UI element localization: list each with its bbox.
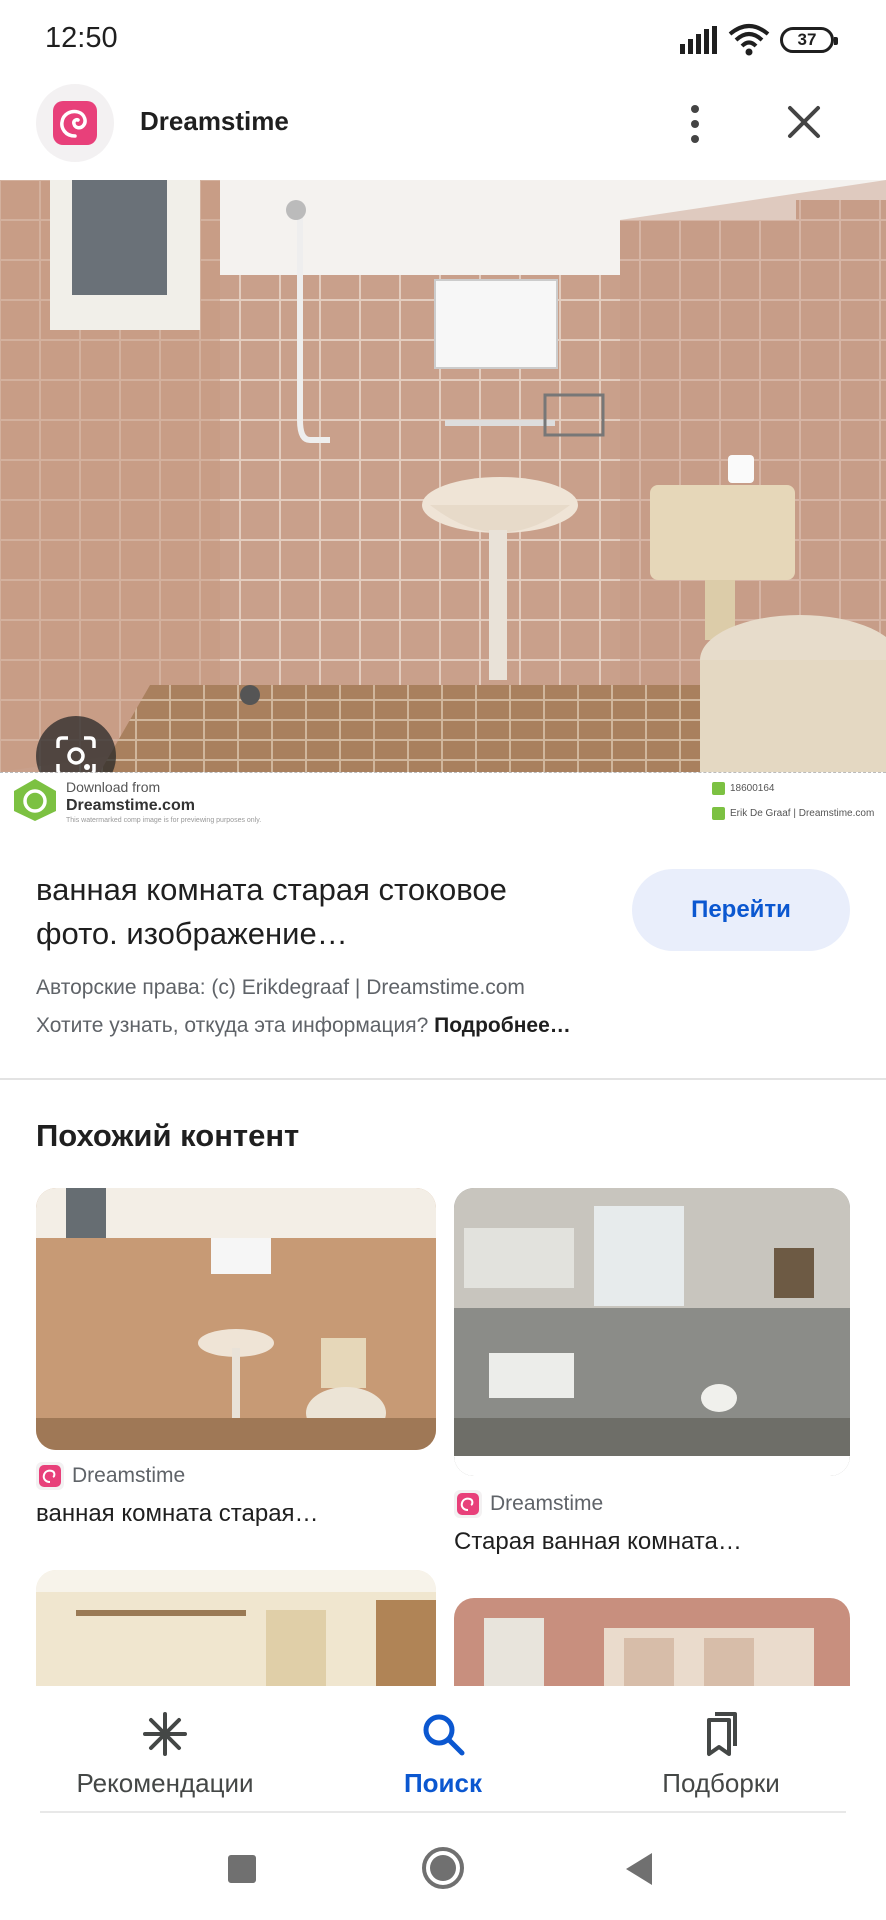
status-bar: 12:50 37: [0, 0, 886, 78]
similar-card-image-1[interactable]: [36, 1188, 436, 1450]
similar-card-source-1: Dreamstime: [36, 1462, 185, 1490]
header: Dreamstime: [0, 78, 886, 180]
system-nav: [0, 1813, 886, 1920]
dreamstime-mini-icon: [454, 1490, 482, 1518]
bathroom-thumbnail: [36, 1188, 436, 1450]
watermark-author: Erik De Graaf | Dreamstime.com: [712, 807, 874, 820]
dreamstime-mini-icon: [36, 1462, 64, 1490]
dreamstime-watermark-logo: [14, 779, 56, 821]
battery-icon: 37: [780, 27, 838, 53]
site-name: Dreamstime: [140, 106, 289, 136]
similar-card-title-1[interactable]: ванная комната старая…: [36, 1500, 319, 1528]
similar-section-title: Похожий контент: [36, 1118, 300, 1153]
nav-item-recommendations[interactable]: Рекомендации: [35, 1686, 295, 1810]
dreamstime-swirl-icon: [53, 101, 97, 145]
bottom-nav: Рекомендации Поиск Подборки: [0, 1686, 886, 1810]
info-question: Хотите узнать, откуда эта информация? По…: [36, 1014, 571, 1038]
divider: [0, 1078, 886, 1080]
bathroom-thumbnail: [454, 1188, 850, 1476]
similar-card-title-2[interactable]: Старая ванная комната…: [454, 1528, 742, 1556]
similar-card-image-2[interactable]: [454, 1188, 850, 1476]
similar-card-source-2: Dreamstime: [454, 1490, 603, 1518]
watermark-id: 18600164: [712, 782, 775, 795]
info-question-text: Хотите узнать, откуда эта информация?: [36, 1014, 429, 1037]
back-icon[interactable]: [626, 1853, 652, 1885]
recents-icon[interactable]: [228, 1855, 256, 1883]
go-button[interactable]: Перейти: [632, 869, 850, 951]
nav-item-search[interactable]: Поиск: [313, 1686, 573, 1810]
status-time: 12:50: [45, 22, 118, 54]
home-icon[interactable]: [422, 1847, 464, 1889]
collections-icon: [707, 1712, 737, 1756]
nav-item-collections[interactable]: Подборки: [591, 1686, 851, 1810]
more-vert-icon[interactable]: [672, 96, 718, 152]
watermark-site-text: Dreamstime.com: [66, 797, 195, 814]
result-title[interactable]: ванная комната старая стоковое фото. изо…: [36, 868, 596, 956]
copyright-text: Авторские права: (c) Erikdegraaf | Dream…: [36, 976, 525, 999]
close-icon[interactable]: [780, 98, 828, 146]
watermark-download-text: Download from: [66, 779, 161, 795]
dreamstime-logo[interactable]: [36, 84, 114, 162]
asterisk-icon: [143, 1712, 187, 1756]
watermark-strip: Download from Dreamstime.com This waterm…: [0, 772, 886, 830]
wifi-icon: [728, 24, 770, 56]
watermark-note-text: This watermarked comp image is for previ…: [66, 817, 262, 824]
bathroom-photo: [0, 180, 886, 772]
main-image[interactable]: [0, 180, 886, 772]
info-more-link[interactable]: Подробнее…: [434, 1014, 571, 1037]
search-icon: [423, 1714, 465, 1756]
signal-icon: [680, 26, 717, 54]
